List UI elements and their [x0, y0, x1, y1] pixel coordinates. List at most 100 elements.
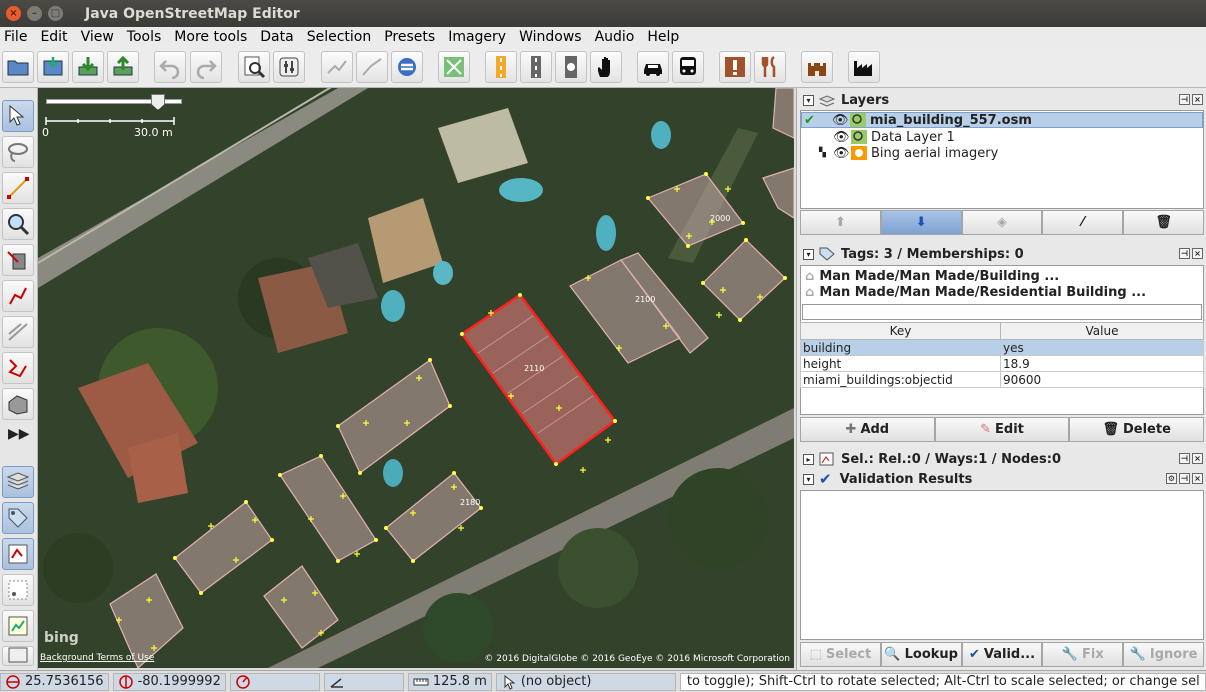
menu-windows[interactable]: Windows: [519, 29, 582, 45]
close-panel-icon[interactable]: ×: [1192, 94, 1203, 105]
preset-link[interactable]: ⌂ Man Made/Man Made/Residential Building…: [805, 285, 1146, 300]
menu-selection[interactable]: Selection: [307, 29, 372, 45]
layer-row[interactable]: ✔ 👁 mia_building_557.osm: [801, 112, 1203, 128]
preset-search-field[interactable]: [802, 304, 1202, 320]
tag-value[interactable]: yes: [1000, 339, 1204, 356]
toggle-relations-button[interactable]: [2, 574, 34, 606]
upload-button[interactable]: [107, 51, 139, 83]
preset-industrial-button[interactable]: [848, 51, 880, 83]
layer-visibility-button[interactable]: ⁄: [1042, 210, 1124, 235]
toggle-history-button[interactable]: [2, 610, 34, 642]
fix-button[interactable]: 🔧 Fix: [1042, 642, 1124, 667]
zoom-to-data-button[interactable]: [238, 51, 270, 83]
more-tools-arrow-icon[interactable]: ▶▶: [8, 426, 30, 442]
close-panel-icon[interactable]: ×: [1192, 248, 1203, 259]
maximize-window-button[interactable]: □: [48, 6, 63, 21]
menu-presets[interactable]: Presets: [384, 29, 435, 45]
building-tool-button[interactable]: [2, 388, 34, 420]
menu-data[interactable]: Data: [260, 29, 293, 45]
preset-track-button[interactable]: [520, 51, 552, 83]
tag-row[interactable]: miami_buildings:objectid 90600: [800, 371, 1204, 388]
open-file-button[interactable]: [2, 51, 34, 83]
pin-icon[interactable]: ⊣: [1179, 473, 1190, 484]
menu-view[interactable]: View: [81, 29, 114, 45]
split-way-button[interactable]: [321, 51, 353, 83]
close-panel-icon[interactable]: ×: [1192, 473, 1203, 484]
preset-historic-button[interactable]: [801, 51, 833, 83]
preset-road-button[interactable]: [485, 51, 517, 83]
reverse-way-button[interactable]: [391, 51, 423, 83]
undo-button[interactable]: [154, 51, 186, 83]
validation-panel-header[interactable]: ▾ ✔ Validation Results ⚙ ⊣ ×: [799, 469, 1205, 489]
layer-row[interactable]: 👁 Data Layer 1: [801, 129, 955, 145]
settings-icon[interactable]: ⚙: [1166, 473, 1177, 484]
menu-imagery[interactable]: Imagery: [448, 29, 506, 45]
tag-key[interactable]: building: [800, 339, 1001, 356]
menu-edit[interactable]: Edit: [40, 29, 67, 45]
parallel-way-button[interactable]: [2, 316, 34, 348]
tag-value[interactable]: 90600: [1000, 371, 1204, 388]
download-button[interactable]: [72, 51, 104, 83]
save-button[interactable]: [37, 51, 69, 83]
select-validation-button[interactable]: ⬚ Select: [800, 642, 881, 667]
preset-hazard-button[interactable]: [719, 51, 751, 83]
preset-barrier-button[interactable]: [590, 51, 622, 83]
toggle-tags-button[interactable]: [2, 502, 34, 534]
visibility-eye-icon[interactable]: 👁: [833, 130, 851, 145]
lasso-mode-button[interactable]: [2, 136, 34, 168]
map-view[interactable]: 0 30.0 m 2000 2100 2110 2180 bing Backgr…: [38, 88, 794, 668]
delete-tag-button[interactable]: 🗑 Delete: [1069, 417, 1205, 442]
pin-icon[interactable]: ⊣: [1179, 248, 1190, 259]
close-window-button[interactable]: ×: [6, 6, 21, 21]
menu-file[interactable]: File: [4, 29, 27, 45]
preset-car-button[interactable]: [637, 51, 669, 83]
align-in-circle-button[interactable]: [438, 51, 470, 83]
move-layer-down-button[interactable]: ⬇: [880, 210, 962, 235]
preferences-button[interactable]: [273, 51, 305, 83]
tag-row[interactable]: building yes: [800, 339, 1204, 356]
preset-junction-button[interactable]: [555, 51, 587, 83]
layer-row[interactable]: ▚ 👁 Bing aerial imagery: [801, 145, 998, 161]
add-tag-button[interactable]: ✚ Add: [800, 417, 935, 442]
preset-link[interactable]: ⌂ Man Made/Man Made/Building ...: [805, 269, 1059, 284]
preset-bus-button[interactable]: [672, 51, 704, 83]
value-column-header[interactable]: Value: [1000, 322, 1204, 340]
background-terms-link[interactable]: Background Terms of Use: [40, 653, 154, 663]
ignore-button[interactable]: 🔧 Ignore: [1123, 642, 1204, 667]
menu-tools[interactable]: Tools: [127, 29, 162, 45]
minimize-window-button[interactable]: –: [27, 6, 42, 21]
validation-results-list[interactable]: [800, 490, 1204, 640]
selection-panel-header[interactable]: ▸ Sel.: Rel.:0 / Ways:1 / Nodes:0 ⊣ ×: [799, 449, 1205, 469]
menu-audio[interactable]: Audio: [595, 29, 635, 45]
toggle-layers-button[interactable]: [2, 466, 34, 498]
improve-way-button[interactable]: [2, 280, 34, 312]
redo-button[interactable]: [190, 51, 222, 83]
edit-tag-button[interactable]: ✎ Edit: [934, 417, 1070, 442]
visibility-eye-icon[interactable]: 👁: [833, 146, 851, 161]
close-panel-icon[interactable]: ×: [1192, 453, 1203, 464]
move-layer-up-button[interactable]: ⬆: [800, 210, 881, 235]
menu-more-tools[interactable]: More tools: [174, 29, 247, 45]
validate-button[interactable]: ✔ Valid...: [961, 642, 1043, 667]
collapse-toggle[interactable]: ▾: [803, 248, 814, 260]
extrude-button[interactable]: [2, 352, 34, 384]
select-mode-button[interactable]: [2, 100, 34, 132]
zoom-mode-button[interactable]: [2, 208, 34, 240]
menu-help[interactable]: Help: [647, 29, 679, 45]
pin-icon[interactable]: ⊣: [1179, 453, 1190, 464]
draw-mode-button[interactable]: [2, 172, 34, 204]
tags-panel-header[interactable]: ▾ Tags: 3 / Memberships: 0 ⊣ ×: [799, 244, 1205, 264]
tag-key[interactable]: height: [800, 355, 1001, 372]
collapse-toggle[interactable]: ▾: [803, 94, 814, 106]
delete-mode-button[interactable]: [2, 244, 34, 276]
tag-row[interactable]: height 18.9: [800, 355, 1204, 372]
toggle-minimap-button[interactable]: [2, 646, 34, 666]
key-column-header[interactable]: Key: [800, 322, 1001, 340]
visibility-eye-icon[interactable]: 👁: [832, 113, 850, 128]
combine-way-button[interactable]: [356, 51, 388, 83]
tag-key[interactable]: miami_buildings:objectid: [800, 371, 1001, 388]
tag-value[interactable]: 18.9: [1000, 355, 1204, 372]
pin-icon[interactable]: ⊣: [1179, 94, 1190, 105]
layers-panel-header[interactable]: ▾ Layers ⊣ ×: [799, 90, 1205, 110]
collapse-toggle[interactable]: ▾: [803, 473, 814, 485]
